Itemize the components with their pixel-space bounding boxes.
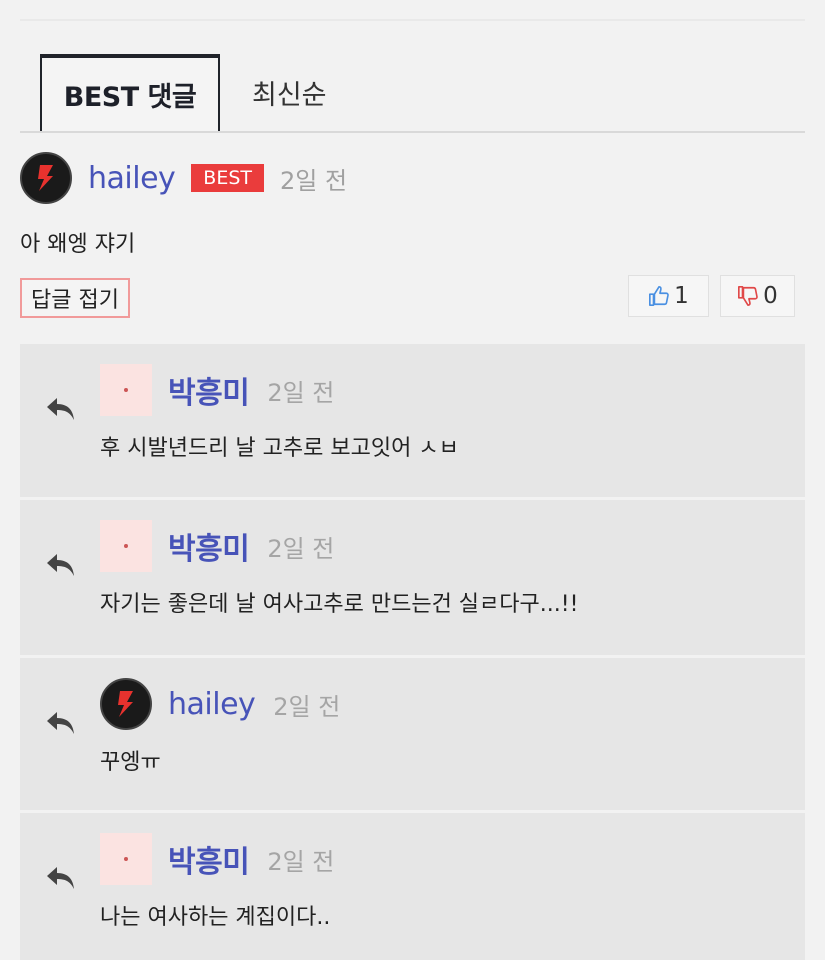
avatar[interactable]	[20, 152, 72, 204]
avatar[interactable]	[100, 364, 152, 416]
reply-item: hailey 2일 전 꾸엥ㅠ	[20, 655, 805, 810]
dislike-count: 0	[763, 283, 778, 309]
username[interactable]: hailey	[168, 687, 256, 722]
username[interactable]: 박흥미	[168, 524, 250, 568]
thumbs-up-icon	[649, 286, 670, 306]
reply-list: 박흥미 2일 전 후 시발년드리 날 고추로 보고잇어 ㅅㅂ 박흥미 2일 전 …	[20, 344, 805, 960]
bolt-logo-icon	[118, 691, 133, 717]
username[interactable]: 박흥미	[168, 837, 250, 881]
timestamp: 2일 전	[267, 378, 335, 407]
reply-text: 꾸엥ㅠ	[100, 750, 161, 775]
avatar[interactable]	[100, 678, 152, 730]
like-count: 1	[674, 283, 689, 309]
thumbs-down-icon	[738, 286, 759, 306]
flower-icon	[124, 857, 128, 861]
like-button[interactable]: 1	[628, 275, 709, 317]
reply-text: 나는 여사하는 계집이다..	[100, 905, 331, 930]
reply-header: 박흥미 2일 전	[100, 520, 334, 572]
reply-item: 박흥미 2일 전 자기는 좋은데 날 여사고추로 만드는건 실ㄹ다구...!!	[20, 497, 805, 655]
flower-icon	[124, 544, 128, 548]
flower-icon	[124, 388, 128, 392]
dislike-button[interactable]: 0	[720, 275, 795, 317]
username[interactable]: hailey	[88, 161, 176, 196]
tab-latest[interactable]: 최신순	[252, 54, 327, 131]
reply-header: 박흥미 2일 전	[100, 833, 334, 885]
tab-best-comments[interactable]: BEST 댓글	[40, 54, 220, 131]
timestamp: 2일 전	[267, 534, 335, 563]
reply-header: 박흥미 2일 전	[100, 364, 334, 416]
reply-arrow-icon	[47, 712, 74, 734]
comment-tabs: BEST 댓글 최신순	[20, 54, 805, 133]
reply-arrow-icon	[47, 867, 74, 889]
timestamp: 2일 전	[267, 847, 335, 876]
fold-replies-button[interactable]: 답글 접기	[20, 278, 130, 318]
reply-header: hailey 2일 전	[100, 678, 340, 730]
reply-text: 자기는 좋은데 날 여사고추로 만드는건 실ㄹ다구...!!	[100, 592, 579, 617]
reply-text: 후 시발년드리 날 고추로 보고잇어 ㅅㅂ	[100, 436, 459, 461]
avatar[interactable]	[100, 520, 152, 572]
bolt-logo-icon	[38, 165, 53, 191]
top-divider	[20, 19, 805, 21]
best-badge: BEST	[191, 164, 264, 192]
reply-item: 박흥미 2일 전 후 시발년드리 날 고추로 보고잇어 ㅅㅂ	[20, 344, 805, 497]
reply-item: 박흥미 2일 전 나는 여사하는 계집이다..	[20, 810, 805, 960]
username[interactable]: 박흥미	[168, 368, 250, 412]
comment-header: hailey BEST 2일 전	[20, 150, 805, 206]
reply-arrow-icon	[47, 398, 74, 420]
best-comment: hailey BEST 2일 전 아 왜엥 쟈기 답글 접기 1 0	[20, 150, 805, 318]
timestamp: 2일 전	[273, 692, 341, 721]
comment-text: 아 왜엥 쟈기	[20, 232, 136, 257]
reply-arrow-icon	[47, 554, 74, 576]
avatar[interactable]	[100, 833, 152, 885]
timestamp: 2일 전	[280, 166, 348, 195]
